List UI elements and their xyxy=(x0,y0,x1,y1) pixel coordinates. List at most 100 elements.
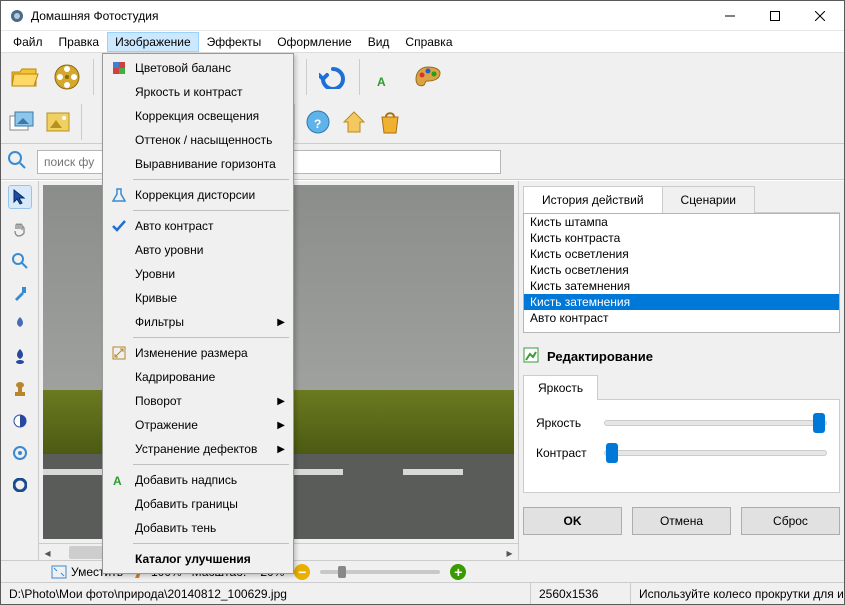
maximize-button[interactable] xyxy=(752,1,797,30)
undo-button[interactable] xyxy=(313,57,353,97)
help-button[interactable]: ? xyxy=(301,105,335,139)
menu-файл[interactable]: Файл xyxy=(5,32,51,52)
menu-item[interactable]: Поворот▶ xyxy=(105,389,291,413)
chevron-right-icon: ▶ xyxy=(277,420,285,431)
menu-item[interactable]: AДобавить надпись xyxy=(105,468,291,492)
pointer-tool[interactable] xyxy=(8,185,32,209)
menu-item[interactable]: Оттенок / насыщенность xyxy=(105,128,291,152)
menu-item[interactable]: Кадрирование xyxy=(105,365,291,389)
menu-item[interactable]: Отражение▶ xyxy=(105,413,291,437)
palette-icon xyxy=(111,60,127,76)
menu-item[interactable]: Кривые xyxy=(105,286,291,310)
open-folder-button[interactable] xyxy=(5,57,45,97)
menu-эффекты[interactable]: Эффекты xyxy=(199,32,270,52)
zoom-out-button[interactable]: − xyxy=(294,564,310,580)
slider-label: Контраст xyxy=(536,446,592,460)
film-reel-button[interactable] xyxy=(47,57,87,97)
menu-item[interactable]: Авто уровни xyxy=(105,238,291,262)
reset-button[interactable]: Сброс xyxy=(741,507,840,535)
menu-item[interactable]: Коррекция дисторсии xyxy=(105,183,291,207)
menu-item[interactable]: Яркость и контраст xyxy=(105,80,291,104)
images-button[interactable] xyxy=(5,105,39,139)
contrast-tool[interactable] xyxy=(8,409,32,433)
shop-button[interactable] xyxy=(373,105,407,139)
cancel-button[interactable]: Отмена xyxy=(632,507,731,535)
status-path: D:\Photo\Мои фото\природа\20140812_10062… xyxy=(1,583,531,604)
slider[interactable] xyxy=(604,450,827,456)
blur-tool[interactable] xyxy=(8,441,32,465)
search-icon xyxy=(7,150,31,174)
scroll-right-icon[interactable]: ▸ xyxy=(501,544,518,561)
zoom-in-button[interactable]: + xyxy=(450,564,466,580)
ok-button[interactable]: OK xyxy=(523,507,622,535)
menu-item[interactable]: Устранение дефектов▶ xyxy=(105,437,291,461)
menu-item[interactable]: Уровни xyxy=(105,262,291,286)
image-button[interactable] xyxy=(41,105,75,139)
menu-справка[interactable]: Справка xyxy=(397,32,460,52)
slider-handle[interactable] xyxy=(813,413,825,433)
scroll-left-icon[interactable]: ◂ xyxy=(39,544,56,561)
history-item[interactable]: Кисть затемнения xyxy=(524,294,839,310)
menu-изображение[interactable]: Изображение xyxy=(107,32,199,52)
menu-item[interactable]: Выравнивание горизонта xyxy=(105,152,291,176)
chevron-right-icon: ▶ xyxy=(277,317,285,328)
edit-tab-brightness[interactable]: Яркость xyxy=(523,375,598,400)
history-item[interactable]: Кисть осветления xyxy=(524,246,839,262)
menubar: ФайлПравкаИзображениеЭффектыОформлениеВи… xyxy=(1,31,844,53)
flask-icon xyxy=(111,187,127,203)
window-title: Домашняя Фотостудия xyxy=(31,9,707,23)
tab-history[interactable]: История действий xyxy=(523,186,663,213)
minimize-button[interactable] xyxy=(707,1,752,30)
app-icon xyxy=(9,8,25,24)
palette-button[interactable] xyxy=(408,57,448,97)
slider[interactable] xyxy=(604,420,827,426)
history-list[interactable]: Кисть штампаКисть контрастаКисть осветле… xyxy=(523,213,840,333)
text-tool-button[interactable]: A xyxy=(366,57,406,97)
svg-text:A: A xyxy=(113,474,122,488)
menu-item[interactable]: Фильтры▶ xyxy=(105,310,291,334)
slider-handle[interactable] xyxy=(606,443,618,463)
text-icon: A xyxy=(111,472,127,488)
zoom-slider[interactable] xyxy=(320,570,440,574)
menu-item[interactable]: Каталог улучшения xyxy=(105,547,291,571)
menu-item[interactable]: Коррекция освещения xyxy=(105,104,291,128)
menu-правка[interactable]: Правка xyxy=(51,32,108,52)
resize-icon xyxy=(111,345,127,361)
sharpen-tool[interactable] xyxy=(8,473,32,497)
right-panel: История действийСценарии Кисть штампаКис… xyxy=(518,181,844,560)
menu-item[interactable]: Добавить границы xyxy=(105,492,291,516)
status-hint: Используйте колесо прокрутки для изменен… xyxy=(631,583,844,604)
history-item[interactable]: Кисть затемнения xyxy=(524,278,839,294)
edit-icon xyxy=(523,347,539,366)
menu-item[interactable]: Авто контраст xyxy=(105,214,291,238)
close-button[interactable] xyxy=(797,1,842,30)
menu-item[interactable]: Цветовой баланс xyxy=(105,56,291,80)
edit-title: Редактирование xyxy=(547,349,653,364)
chevron-right-icon: ▶ xyxy=(277,396,285,407)
stamp-tool[interactable] xyxy=(8,377,32,401)
menu-item[interactable]: Добавить тень xyxy=(105,516,291,540)
hand-tool[interactable] xyxy=(8,217,32,241)
status-dimensions: 2560x1536 xyxy=(531,583,631,604)
chevron-right-icon: ▶ xyxy=(277,444,285,455)
menu-вид[interactable]: Вид xyxy=(360,32,398,52)
history-item[interactable]: Кисть контраста xyxy=(524,230,839,246)
history-item[interactable]: Кисть штампа xyxy=(524,214,839,230)
tool-palette xyxy=(1,181,39,560)
zoom-tool[interactable] xyxy=(8,249,32,273)
burn-tool[interactable] xyxy=(8,345,32,369)
history-item[interactable]: Кисть осветления xyxy=(524,262,839,278)
home-button[interactable] xyxy=(337,105,371,139)
titlebar: Домашняя Фотостудия xyxy=(1,1,844,31)
history-item[interactable]: Авто контраст xyxy=(524,310,839,326)
status-bar: D:\Photo\Мои фото\природа\20140812_10062… xyxy=(1,582,844,604)
svg-text:?: ? xyxy=(314,117,321,131)
menu-оформление[interactable]: Оформление xyxy=(269,32,359,52)
dodge-tool[interactable] xyxy=(8,313,32,337)
eyedropper-tool[interactable] xyxy=(8,281,32,305)
check-icon xyxy=(111,218,127,234)
menu-item[interactable]: Изменение размера xyxy=(105,341,291,365)
slider-label: Яркость xyxy=(536,416,592,430)
tab-scenarios[interactable]: Сценарии xyxy=(662,186,755,213)
image-menu-dropdown: Цветовой балансЯркость и контрастКоррекц… xyxy=(102,53,294,574)
